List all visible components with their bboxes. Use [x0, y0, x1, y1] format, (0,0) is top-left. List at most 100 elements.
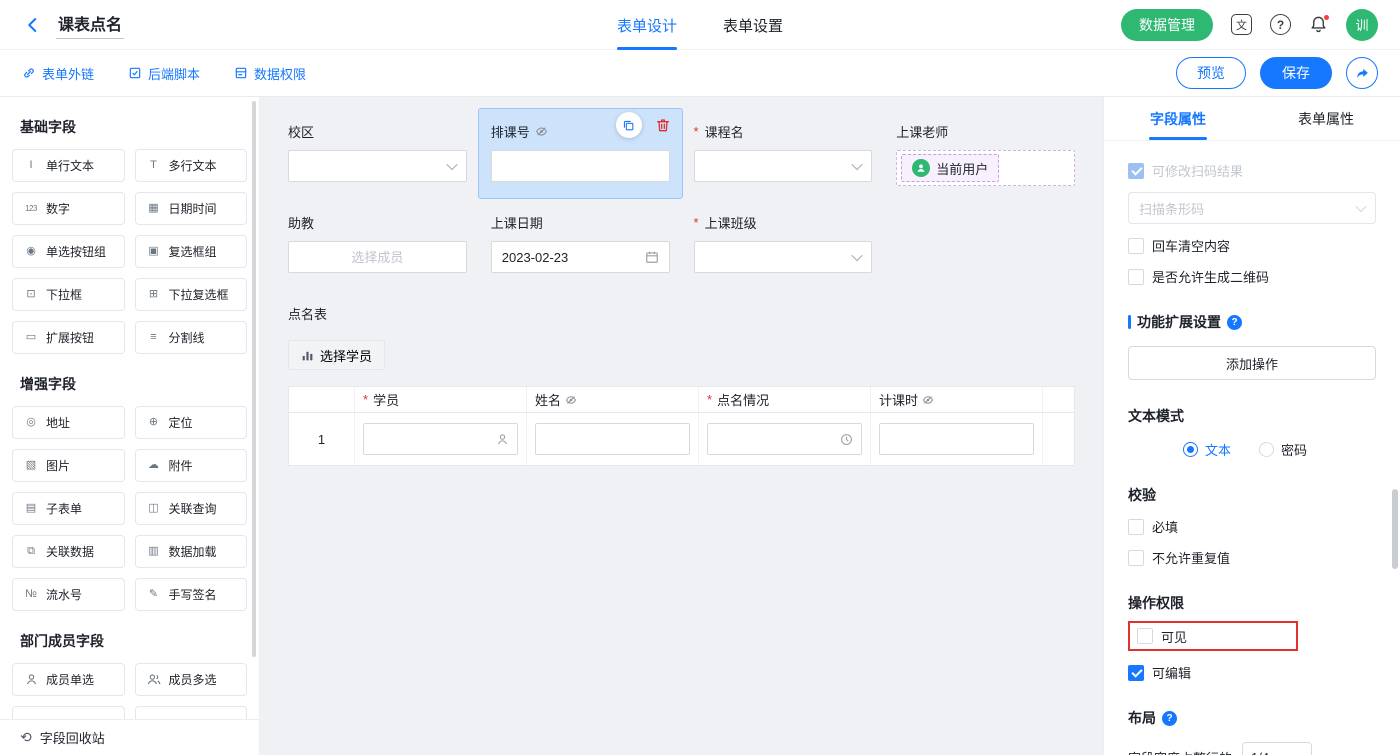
checkbox-box[interactable]	[1128, 519, 1144, 535]
radio-password-mode[interactable]: 密码	[1259, 440, 1307, 459]
sidebar-item-member-multi[interactable]: 成员多选	[135, 663, 248, 696]
class-date-picker[interactable]: 2023-02-23	[491, 241, 670, 273]
column-header-name: 姓名	[527, 387, 699, 413]
checkbox-box[interactable]	[1128, 550, 1144, 566]
class-name-select[interactable]	[694, 241, 873, 273]
current-user-tag[interactable]: 当前用户	[901, 154, 999, 182]
button-icon: ▭	[22, 332, 40, 343]
link-label: 表单外链	[42, 64, 94, 83]
help-circle-icon[interactable]: ?	[1162, 711, 1177, 726]
radio-dot[interactable]	[1259, 442, 1274, 457]
field-course-name[interactable]: *课程名	[694, 121, 873, 186]
field-schedule-number-selected[interactable]: 排课号	[479, 109, 682, 198]
avatar[interactable]: 训	[1346, 9, 1378, 41]
field-recycle-bin[interactable]: ⟲ 字段回收站	[0, 719, 259, 755]
scan-result-checkbox[interactable]: 可修改扫码结果	[1128, 161, 1376, 180]
sidebar-item-address[interactable]: ◎地址	[12, 406, 125, 439]
radio-text-mode[interactable]: 文本	[1183, 440, 1231, 459]
tab-form-design[interactable]: 表单设计	[617, 0, 677, 50]
attendance-cell-input[interactable]	[707, 423, 862, 455]
delete-field-button[interactable]	[655, 117, 671, 133]
sidebar-item-attachment[interactable]: ☁附件	[135, 449, 248, 482]
no-duplicate-checkbox[interactable]: 不允许重复值	[1128, 548, 1376, 567]
sidebar-item-location[interactable]: ⊕定位	[135, 406, 248, 439]
schedule-number-input[interactable]	[491, 150, 670, 182]
help-icon[interactable]: ?	[1270, 14, 1291, 35]
checkbox-box[interactable]	[1128, 238, 1144, 254]
tag-label: 当前用户	[936, 159, 988, 178]
required-checkbox[interactable]: 必填	[1128, 517, 1376, 536]
save-button[interactable]: 保存	[1260, 57, 1332, 89]
backend-script-link[interactable]: 后端脚本	[128, 64, 200, 83]
sidebar-item-multi-select[interactable]: ⊞下拉复选框	[135, 278, 248, 311]
data-permission-link[interactable]: 数据权限	[234, 64, 306, 83]
subform-icon: ▤	[22, 503, 40, 514]
page-title[interactable]: 课表点名	[56, 11, 124, 39]
field-class-name[interactable]: *上课班级	[694, 212, 873, 273]
empty-cell	[1043, 413, 1075, 465]
sidebar-item-member-single[interactable]: 成员单选	[12, 663, 125, 696]
checkbox-box[interactable]	[1128, 163, 1144, 179]
add-action-button[interactable]: 添加操作	[1128, 346, 1376, 380]
checkbox-box[interactable]	[1137, 628, 1153, 644]
campus-select[interactable]	[288, 150, 467, 182]
text-mode-title: 文本模式	[1128, 406, 1376, 426]
form-external-link[interactable]: 表单外链	[22, 64, 94, 83]
sidebar-item-single-line-text[interactable]: I单行文本	[12, 149, 125, 182]
chevron-down-icon	[446, 159, 457, 170]
back-button[interactable]	[22, 14, 44, 36]
field-width-select[interactable]: 1/4	[1242, 742, 1312, 755]
image-icon: ▧	[22, 460, 40, 471]
sidebar-item-linked-query[interactable]: ◫关联查询	[135, 492, 248, 525]
share-button[interactable]	[1346, 57, 1378, 89]
sidebar-item-multi-line-text[interactable]: T多行文本	[135, 149, 248, 182]
sidebar-item-image[interactable]: ▧图片	[12, 449, 125, 482]
name-cell-input[interactable]	[535, 423, 690, 455]
field-type-label: 地址	[46, 414, 70, 431]
sidebar-item-number[interactable]: 123数字	[12, 192, 125, 225]
sidebar-item-select[interactable]: ⊡下拉框	[12, 278, 125, 311]
student-cell-input[interactable]	[363, 423, 518, 455]
select-students-button[interactable]: 选择学员	[288, 340, 385, 370]
translate-icon[interactable]: 文	[1231, 14, 1252, 35]
qrcode-allow-checkbox[interactable]: 是否允许生成二维码	[1128, 267, 1376, 286]
field-teacher[interactable]: 上课老师 当前用户	[896, 121, 1075, 186]
sidebar-item-data-load[interactable]: ▥数据加载	[135, 535, 248, 568]
radio-dot[interactable]	[1183, 442, 1198, 457]
tab-form-properties[interactable]: 表单属性	[1252, 97, 1400, 140]
checkbox-box[interactable]	[1128, 269, 1144, 285]
field-assistant[interactable]: 助教	[288, 212, 467, 273]
sidebar-item-divider[interactable]: ≡分割线	[135, 321, 248, 354]
data-manage-button[interactable]: 数据管理	[1121, 9, 1213, 41]
sidebar-item-datetime[interactable]: ▦日期时间	[135, 192, 248, 225]
sidebar-item-radio-group[interactable]: ◉单选按钮组	[12, 235, 125, 268]
sidebar-item-signature[interactable]: ✎手写签名	[135, 578, 248, 611]
sidebar-item-serial-number[interactable]: №流水号	[12, 578, 125, 611]
preview-button[interactable]: 预览	[1176, 57, 1246, 89]
sidebar-item-linked-data[interactable]: ⧉关联数据	[12, 535, 125, 568]
barcode-mode-select[interactable]: 扫描条形码	[1128, 192, 1376, 224]
tab-field-properties[interactable]: 字段属性	[1104, 97, 1252, 140]
hours-cell-input[interactable]	[879, 423, 1034, 455]
field-type-label: 关联数据	[46, 543, 94, 560]
sidebar-item-checkbox-group[interactable]: ▣复选框组	[135, 235, 248, 268]
sidebar-item-subform[interactable]: ▤子表单	[12, 492, 125, 525]
copy-field-button[interactable]	[616, 112, 642, 138]
sidebar-scrollbar[interactable]	[252, 101, 256, 657]
help-circle-icon[interactable]: ?	[1227, 315, 1242, 330]
enter-clear-checkbox[interactable]: 回车清空内容	[1128, 236, 1376, 255]
chevron-left-icon	[24, 16, 42, 34]
assistant-member-input[interactable]	[288, 241, 467, 273]
notification-bell-icon[interactable]	[1309, 15, 1328, 34]
sidebar-item-extended-button[interactable]: ▭扩展按钮	[12, 321, 125, 354]
panel-scrollbar[interactable]	[1392, 489, 1398, 569]
teacher-picker[interactable]: 当前用户	[896, 150, 1075, 186]
checkbox-box[interactable]	[1128, 665, 1144, 681]
field-campus[interactable]: 校区	[288, 121, 467, 186]
field-class-date[interactable]: 上课日期 2023-02-23	[491, 212, 670, 273]
tab-form-settings[interactable]: 表单设置	[723, 0, 783, 50]
editable-checkbox[interactable]: 可编辑	[1128, 663, 1376, 682]
course-name-select[interactable]	[694, 150, 873, 182]
panel-body: 可修改扫码结果 扫描条形码 回车清空内容 是否允许生成二维码 功能扩展设置	[1104, 141, 1400, 755]
visible-checkbox[interactable]: 可见	[1137, 627, 1187, 646]
